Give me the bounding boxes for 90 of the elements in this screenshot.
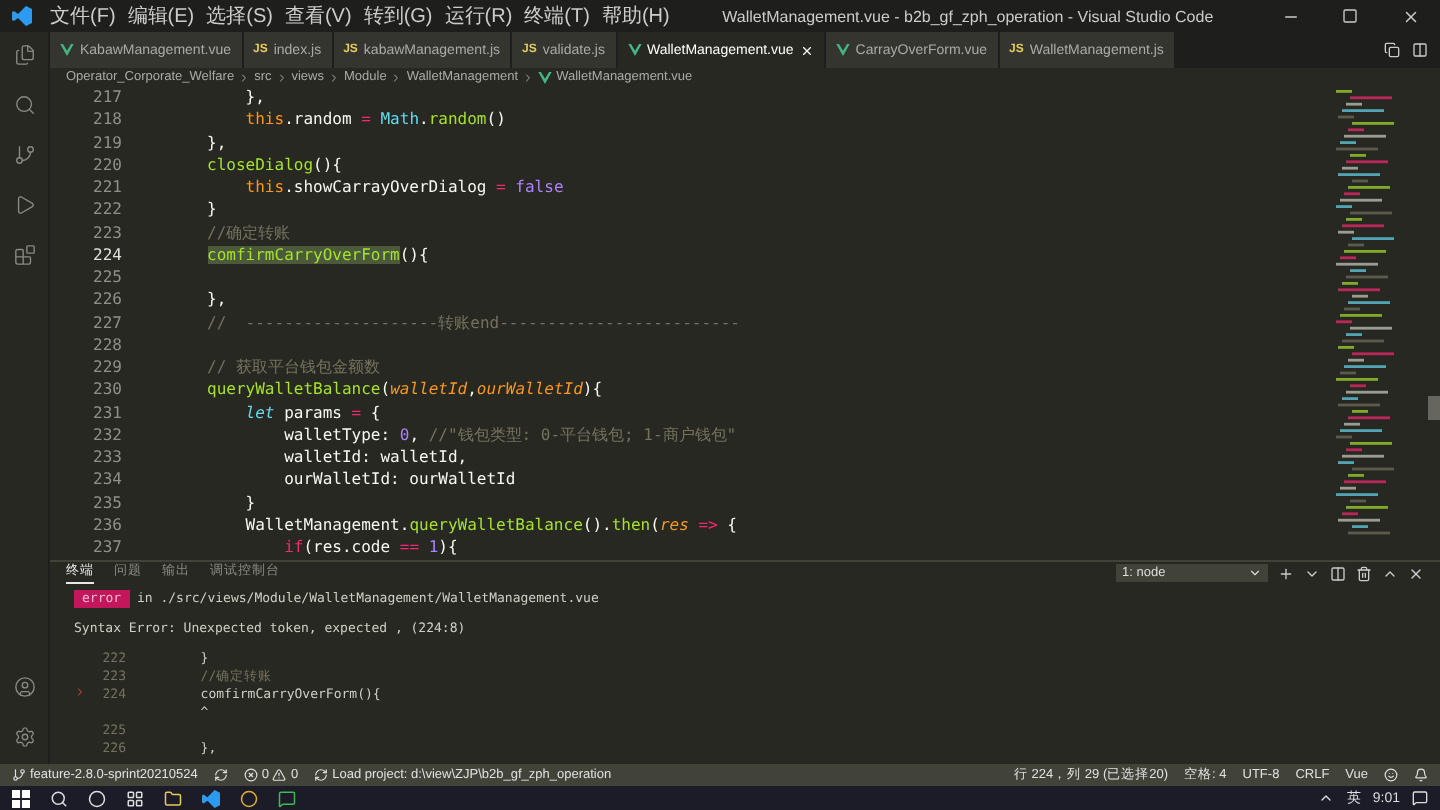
account-icon[interactable] (13, 676, 35, 698)
line-number: 230 (93, 378, 122, 401)
menu-item[interactable]: 帮助(H) (595, 2, 676, 30)
vue-file-icon (627, 44, 641, 56)
code-line: }, (205, 131, 229, 154)
line-number: 233 (93, 446, 122, 469)
branch-icon[interactable] (13, 144, 35, 166)
window-title: WalletManagement.vue - b2b_gf_zph_operation - Visual Studio Code (720, 7, 1216, 25)
line-number: 223 (93, 221, 122, 244)
line-number: 236 (93, 513, 122, 536)
chevron-up-icon[interactable] (1318, 790, 1335, 806)
chevron-down-icon (1248, 566, 1262, 580)
line-number: 225 (93, 266, 122, 289)
line-number: 222 (93, 198, 122, 221)
sync-icon[interactable] (213, 768, 228, 782)
menu-item[interactable]: 选择(S) (200, 2, 279, 30)
vue-file-icon (835, 44, 850, 56)
extensions-icon[interactable] (13, 244, 35, 266)
line-number: 218 (93, 108, 122, 131)
code-line: } (243, 491, 258, 514)
line-number: 226 (93, 288, 122, 311)
plus-icon[interactable] (1278, 565, 1294, 581)
app-logo-icon (12, 6, 32, 26)
line-number: 237 (93, 536, 122, 559)
settings-icon[interactable] (13, 726, 35, 748)
line-number: 220 (93, 153, 122, 176)
sync-icon (314, 768, 329, 782)
line-number: 232 (93, 423, 122, 446)
menu-item[interactable]: 编辑(E) (121, 2, 201, 30)
code-line: let params = { (243, 401, 383, 424)
code-line: }, (205, 288, 229, 311)
menu-item[interactable]: 查看(V) (278, 2, 358, 30)
code-line: ourWalletId: ourWalletId (282, 468, 518, 491)
chat-icon[interactable] (278, 789, 296, 807)
line-number: 235 (93, 491, 122, 514)
split-icon[interactable] (1330, 565, 1346, 581)
code-line: this.random = Math.random() (243, 108, 508, 131)
line-number: 224 (93, 243, 122, 266)
line-number: 227 (93, 311, 122, 334)
code-line: // --------------------转账end------------------------- (205, 311, 742, 334)
chevron-icon (328, 71, 340, 83)
code-line: queryWalletBalance(walletId,ourWalletId){ (205, 378, 605, 401)
code-line: } (205, 198, 219, 221)
menu-item[interactable]: 文件(F) (44, 2, 122, 30)
error-icon (243, 768, 258, 782)
code-line: WalletManagement.queryWalletBalance().then(res => { (243, 513, 739, 536)
scrollbar-thumb[interactable] (1428, 396, 1440, 420)
bell-icon[interactable] (1414, 768, 1428, 782)
folder-icon[interactable] (164, 789, 182, 807)
browser-icon[interactable] (240, 789, 258, 807)
task-view-icon[interactable] (126, 789, 144, 807)
line-number: 231 (93, 401, 122, 424)
chevron-icon (275, 71, 288, 83)
line-number: 221 (93, 176, 122, 199)
close-icon[interactable] (1408, 565, 1424, 581)
code-line: walletId: walletId, (282, 446, 470, 469)
app-logo-icon[interactable] (202, 789, 220, 807)
line-number: 219 (93, 131, 122, 154)
code-line: // 获取平台钱包金额数 (205, 356, 382, 379)
close-icon[interactable] (1401, 7, 1419, 25)
code-line: }, (243, 86, 267, 109)
line-number: 234 (93, 468, 122, 491)
menu-item[interactable]: 终端(T) (518, 2, 596, 30)
maximize-icon[interactable] (1342, 8, 1358, 24)
feedback-icon[interactable] (1384, 768, 1398, 782)
code-line: this.showCarrayOverDialog = false (243, 176, 566, 199)
files-icon[interactable] (13, 44, 35, 66)
code-line: //确定转账 (205, 221, 293, 244)
menu-item[interactable]: 运行(R) (438, 2, 519, 30)
copy-icon[interactable] (1384, 42, 1400, 58)
circle-icon[interactable] (88, 789, 106, 807)
code-line: walletType: 0, //"钱包类型: 0-平台钱包; 1-商户钱包" (282, 423, 739, 446)
line-number: 217 (93, 86, 122, 109)
line-number: 228 (93, 333, 122, 356)
vue-file-icon (60, 44, 74, 56)
code-line: if(res.code == 1){ (282, 536, 460, 559)
warning-icon (272, 768, 287, 782)
chevron-icon (238, 71, 251, 83)
split-editor-icon[interactable] (1412, 42, 1428, 58)
trash-icon[interactable] (1356, 565, 1372, 581)
notification-icon[interactable] (1412, 790, 1428, 806)
play-icon[interactable] (13, 194, 35, 216)
line-number: 229 (93, 356, 122, 379)
code-line: closeDialog(){ (205, 153, 344, 176)
chevron-icon (522, 71, 535, 83)
menu-item[interactable]: 转到(G) (357, 2, 439, 30)
chevron-icon (390, 71, 403, 83)
code-line: comfirmCarryOverForm(){ (205, 243, 431, 266)
branch-icon (12, 768, 26, 782)
windows-logo-icon[interactable] (12, 789, 30, 807)
